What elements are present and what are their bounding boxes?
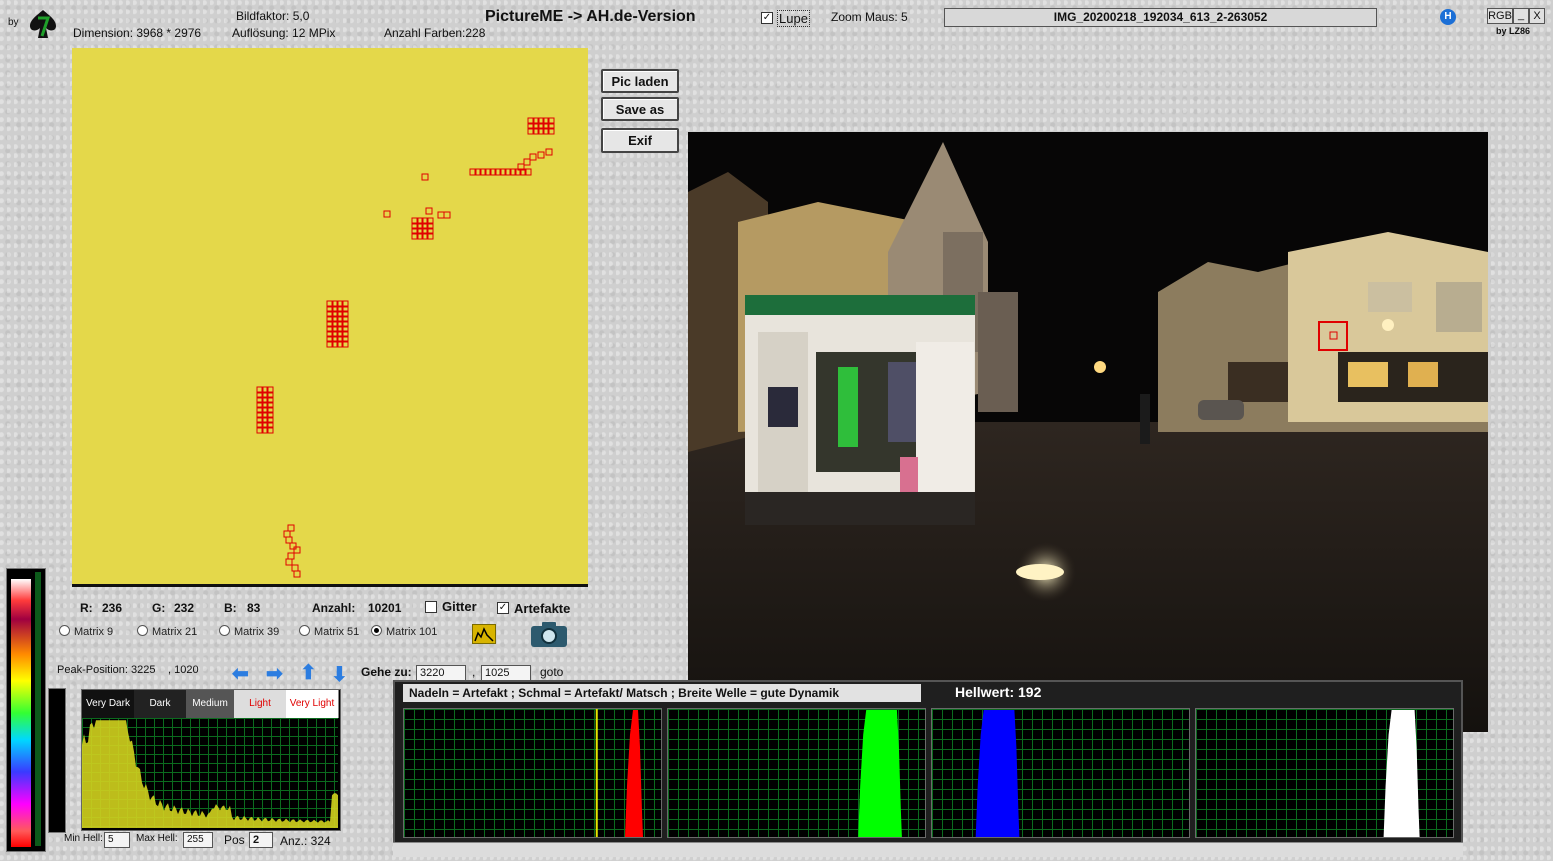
- luminance-categories: Very Dark Dark Medium Light Very Light: [82, 690, 340, 718]
- goto-button[interactable]: goto: [540, 665, 563, 679]
- r-label: R:: [80, 601, 93, 615]
- anzahl-bottom-text: Anz.: 324: [280, 834, 331, 848]
- histogram-icon[interactable]: [472, 624, 496, 644]
- logo-icon: [26, 8, 60, 40]
- peak-position-y: , 1020: [168, 664, 199, 676]
- red-channel-histogram: [403, 708, 662, 838]
- luminance-category: Very Light: [286, 690, 339, 718]
- anzahl-label: Anzahl:: [312, 601, 356, 615]
- rgb-histogram-panel: Nadeln = Artefakt ; Schmal = Artefakt/ M…: [393, 680, 1463, 844]
- camera-icon[interactable]: [530, 620, 568, 648]
- luminance-category: Dark: [134, 690, 187, 718]
- bildfaktor-text: Bildfaktor: 5,0: [236, 9, 310, 23]
- goto-x-input[interactable]: 3220: [416, 665, 466, 681]
- white-channel-histogram: [1195, 708, 1454, 838]
- anzahl-value: 10201: [368, 601, 402, 615]
- panel-bottom-bar: [393, 842, 1463, 857]
- aufloesung-text: Auflösung: 12 MPix: [232, 26, 336, 40]
- app-title: PictureME -> AH.de-Version: [485, 8, 696, 25]
- matrix-option[interactable]: Matrix 101: [371, 625, 437, 638]
- hellwert-text: Hellwert: 192: [955, 684, 1042, 700]
- arrow-right-icon[interactable]: ➡: [266, 661, 283, 686]
- g-label: G:: [152, 601, 166, 615]
- save-as-button[interactable]: Save as: [601, 97, 679, 121]
- matrix-option[interactable]: Matrix 39: [219, 625, 279, 638]
- luminance-category: Very Dark: [82, 690, 135, 718]
- pos-input[interactable]: 2: [249, 832, 273, 848]
- minimize-button[interactable]: _: [1513, 8, 1529, 24]
- zoom-maus-text: Zoom Maus: 5: [831, 10, 908, 24]
- close-button[interactable]: X: [1529, 8, 1545, 24]
- goto-separator: ,: [472, 665, 476, 679]
- help-icon[interactable]: H: [1440, 9, 1456, 25]
- green-channel-histogram: [667, 708, 926, 838]
- artifact-markers: [256, 117, 555, 578]
- anzahl-farben-text: Anzahl Farben:228: [384, 26, 486, 40]
- luminance-black-bar: [48, 688, 66, 833]
- blue-channel-histogram: [931, 708, 1190, 838]
- peak-position-text: Peak-Position: 3225: [57, 664, 156, 676]
- histogram-hint: Nadeln = Artefakt ; Schmal = Artefakt/ M…: [403, 684, 921, 702]
- g-value: 232: [174, 601, 195, 615]
- arrow-left-icon[interactable]: ⬅: [232, 661, 249, 686]
- matrix-option[interactable]: Matrix 9: [59, 625, 113, 638]
- main-photo[interactable]: [688, 132, 1488, 732]
- pic-laden-button[interactable]: Pic laden: [601, 69, 679, 93]
- matrix-option[interactable]: Matrix 51: [299, 625, 359, 638]
- luminance-category: Medium: [186, 690, 235, 718]
- color-scale-bar: [6, 568, 46, 852]
- gehe-zu-label: Gehe zu:: [361, 665, 412, 679]
- r-value: 236: [102, 601, 123, 615]
- magnifier-view[interactable]: [72, 48, 588, 587]
- exif-button[interactable]: Exif: [601, 128, 679, 153]
- b-label: B:: [224, 601, 237, 615]
- gitter-checkbox[interactable]: [425, 601, 437, 613]
- matrix-option[interactable]: Matrix 21: [137, 625, 197, 638]
- arrow-down-icon[interactable]: ⬇: [331, 662, 348, 687]
- artefakte-label: Artefakte: [514, 601, 571, 616]
- matrix-options: Matrix 9 Matrix 21 Matrix 39 Matrix 51 Matri…: [59, 625, 469, 641]
- rgb-button[interactable]: RGB: [1487, 8, 1513, 24]
- credit-text: by LZ86: [1496, 26, 1531, 36]
- by-label: by: [8, 17, 19, 28]
- max-hell-input[interactable]: 255: [183, 832, 213, 848]
- lupe-label: Lupe: [777, 10, 810, 27]
- min-hell-input[interactable]: 5: [104, 832, 130, 848]
- b-value: 83: [247, 601, 261, 615]
- dimension-text: Dimension: 3968 * 2976: [73, 26, 202, 40]
- goto-y-input[interactable]: 1025: [481, 665, 531, 681]
- pos-label: Pos: [224, 833, 245, 847]
- min-hell-label: Min Hell:: [64, 833, 103, 844]
- arrow-up-icon[interactable]: ⬆: [300, 660, 317, 685]
- lupe-checkbox[interactable]: ✓: [761, 12, 773, 24]
- artefakte-checkbox[interactable]: ✓: [497, 602, 509, 614]
- max-hell-label: Max Hell:: [136, 833, 178, 844]
- luminance-histogram: Very Dark Dark Medium Light Very Light: [81, 689, 341, 831]
- luminance-category: Light: [234, 690, 287, 718]
- filename-field: IMG_20200218_192034_613_2-263052: [944, 8, 1377, 27]
- luminance-curve: [82, 720, 338, 828]
- gitter-label: Gitter: [442, 599, 477, 614]
